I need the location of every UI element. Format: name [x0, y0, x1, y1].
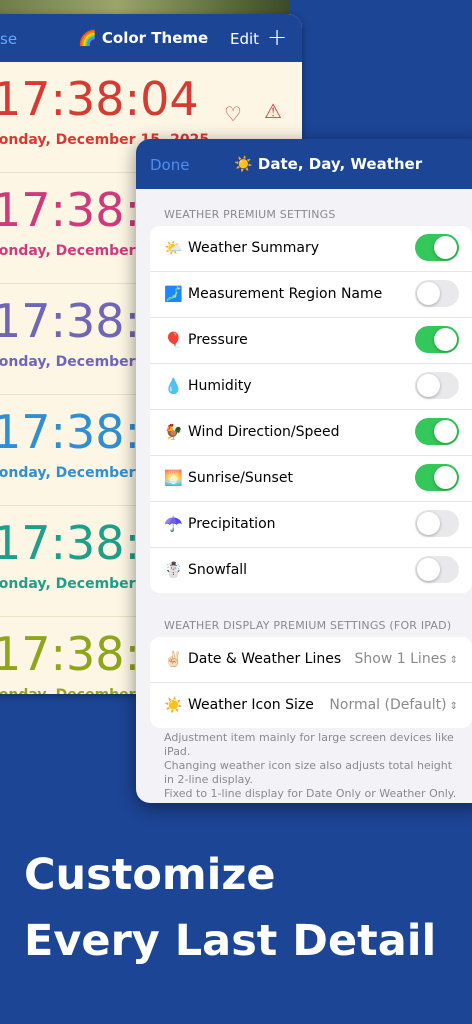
- select-row[interactable]: ✌🏻 Date & Weather Lines Show 1 Lines ⇕: [150, 637, 472, 683]
- add-icon[interactable]: +: [267, 23, 287, 51]
- setting-row: ☃️ Snowfall: [150, 548, 472, 593]
- setting-label: Date & Weather Lines: [188, 651, 342, 667]
- warning-triangle-icon[interactable]: ⚠: [264, 99, 282, 123]
- setting-row: 🌤️ Weather Summary: [150, 226, 472, 272]
- footnote: Adjustment item mainly for large screen …: [164, 731, 460, 801]
- setting-label: Weather Icon Size: [188, 697, 314, 713]
- setting-emoji-icon: 💧: [164, 377, 183, 395]
- setting-label: Precipitation: [188, 516, 276, 532]
- edit-button[interactable]: Edit: [230, 30, 259, 48]
- clock-time: 17:38:: [0, 627, 141, 681]
- chevron-up-down-icon: ⇕: [449, 701, 458, 712]
- setting-label: Snowfall: [188, 562, 248, 578]
- headline-line-2: Every Last Detail: [24, 916, 437, 966]
- setting-label: Humidity: [188, 378, 252, 394]
- heart-icon[interactable]: ♡: [224, 102, 242, 126]
- setting-toggle[interactable]: [415, 418, 459, 445]
- clock-time: 17:38:: [0, 405, 141, 459]
- footnote-line: Fixed to 1-line display for Date Only or…: [164, 787, 457, 800]
- select-value[interactable]: Normal (Default) ⇕: [329, 697, 458, 713]
- clock-date: londay, December 1: [0, 576, 151, 592]
- setting-emoji-icon: ☂️: [164, 515, 183, 533]
- setting-toggle[interactable]: [415, 326, 459, 353]
- select-value-text: Normal (Default): [329, 697, 447, 713]
- setting-emoji-icon: 🐓: [164, 423, 183, 441]
- clock-time: 17:38:: [0, 294, 141, 348]
- weather-display-settings-group: ✌🏻 Date & Weather Lines Show 1 Lines ⇕ ☀️ Wea…: [150, 637, 472, 728]
- toggle-knob: [417, 512, 440, 535]
- setting-emoji-icon: 🌤️: [164, 239, 183, 257]
- weather-display-settings-header: WEATHER DISPLAY PREMIUM SETTINGS (FOR IP…: [164, 619, 452, 632]
- clock-date: londay, December 1: [0, 687, 150, 694]
- toggle-knob: [417, 282, 440, 305]
- setting-toggle[interactable]: [415, 464, 459, 491]
- color-theme-nav-bar: se 🌈 Color Theme Edit +: [0, 14, 302, 62]
- setting-emoji-icon: ☃️: [164, 561, 183, 579]
- select-value[interactable]: Show 1 Lines ⇕: [355, 651, 458, 667]
- toggle-knob: [417, 374, 440, 397]
- setting-emoji-icon: ✌🏻: [164, 650, 183, 668]
- setting-emoji-icon: 🌅: [164, 469, 183, 487]
- back-nav-left-button[interactable]: se: [0, 30, 17, 48]
- setting-emoji-icon: 🗾: [164, 285, 183, 303]
- setting-label: Wind Direction/Speed: [188, 424, 340, 440]
- select-value-text: Show 1 Lines: [354, 651, 447, 667]
- setting-toggle[interactable]: [415, 510, 459, 537]
- toggle-knob: [434, 236, 457, 259]
- setting-label: Pressure: [188, 332, 248, 348]
- setting-toggle[interactable]: [415, 556, 459, 583]
- date-day-weather-nav-bar: Done ☀️ Date, Day, Weather: [136, 139, 472, 189]
- clock-date: londay, December 1: [0, 243, 151, 259]
- toggle-knob: [434, 328, 457, 351]
- footnote-line: Changing weather icon size also adjusts …: [164, 759, 453, 786]
- headline-line-1: Customize: [24, 850, 276, 900]
- setting-emoji-icon: 🎈: [164, 331, 183, 349]
- weather-premium-settings-group: 🌤️ Weather Summary 🗾 Measurement Region Nam…: [150, 226, 472, 593]
- weather-premium-settings-header: WEATHER PREMIUM SETTINGS: [164, 208, 336, 221]
- promo-headline: Customize Every Last Detail: [24, 842, 436, 974]
- setting-emoji-icon: ☀️: [164, 696, 183, 714]
- clock-time: 17:38:: [0, 516, 141, 570]
- toggle-knob: [434, 420, 457, 443]
- date-day-weather-title-text: Date, Day, Weather: [257, 155, 423, 173]
- setting-row: 🗾 Measurement Region Name: [150, 272, 472, 318]
- setting-toggle[interactable]: [415, 372, 459, 399]
- date-day-weather-title: ☀️ Date, Day, Weather: [234, 155, 422, 173]
- toggle-knob: [434, 466, 457, 489]
- setting-label: Sunrise/Sunset: [188, 470, 293, 486]
- select-row[interactable]: ☀️ Weather Icon Size Normal (Default) ⇕: [150, 683, 472, 728]
- rainbow-icon: 🌈: [78, 29, 97, 47]
- setting-row: 🐓 Wind Direction/Speed: [150, 410, 472, 456]
- setting-label: Weather Summary: [188, 240, 320, 256]
- sun-icon: ☀️: [234, 155, 253, 173]
- setting-toggle[interactable]: [415, 234, 459, 261]
- color-theme-title: 🌈 Color Theme: [78, 29, 208, 47]
- chevron-up-down-icon: ⇕: [449, 655, 458, 666]
- setting-toggle[interactable]: [415, 280, 459, 307]
- color-theme-title-text: Color Theme: [101, 29, 209, 47]
- setting-row: 🌅 Sunrise/Sunset: [150, 456, 472, 502]
- setting-row: 💧 Humidity: [150, 364, 472, 410]
- toggle-knob: [417, 558, 440, 581]
- setting-row: ☂️ Precipitation: [150, 502, 472, 548]
- clock-date: londay, December 1: [0, 354, 151, 370]
- done-button[interactable]: Done: [150, 156, 189, 174]
- setting-row: 🎈 Pressure: [150, 318, 472, 364]
- clock-time: 17:38:: [0, 183, 141, 237]
- setting-label: Measurement Region Name: [188, 286, 383, 302]
- footnote-line: Adjustment item mainly for large screen …: [164, 731, 454, 758]
- date-day-weather-sheet: Done ☀️ Date, Day, Weather WEATHER PREMI…: [136, 139, 472, 803]
- clock-date: londay, December 1: [0, 465, 151, 481]
- clock-time: 17:38:04: [0, 72, 199, 126]
